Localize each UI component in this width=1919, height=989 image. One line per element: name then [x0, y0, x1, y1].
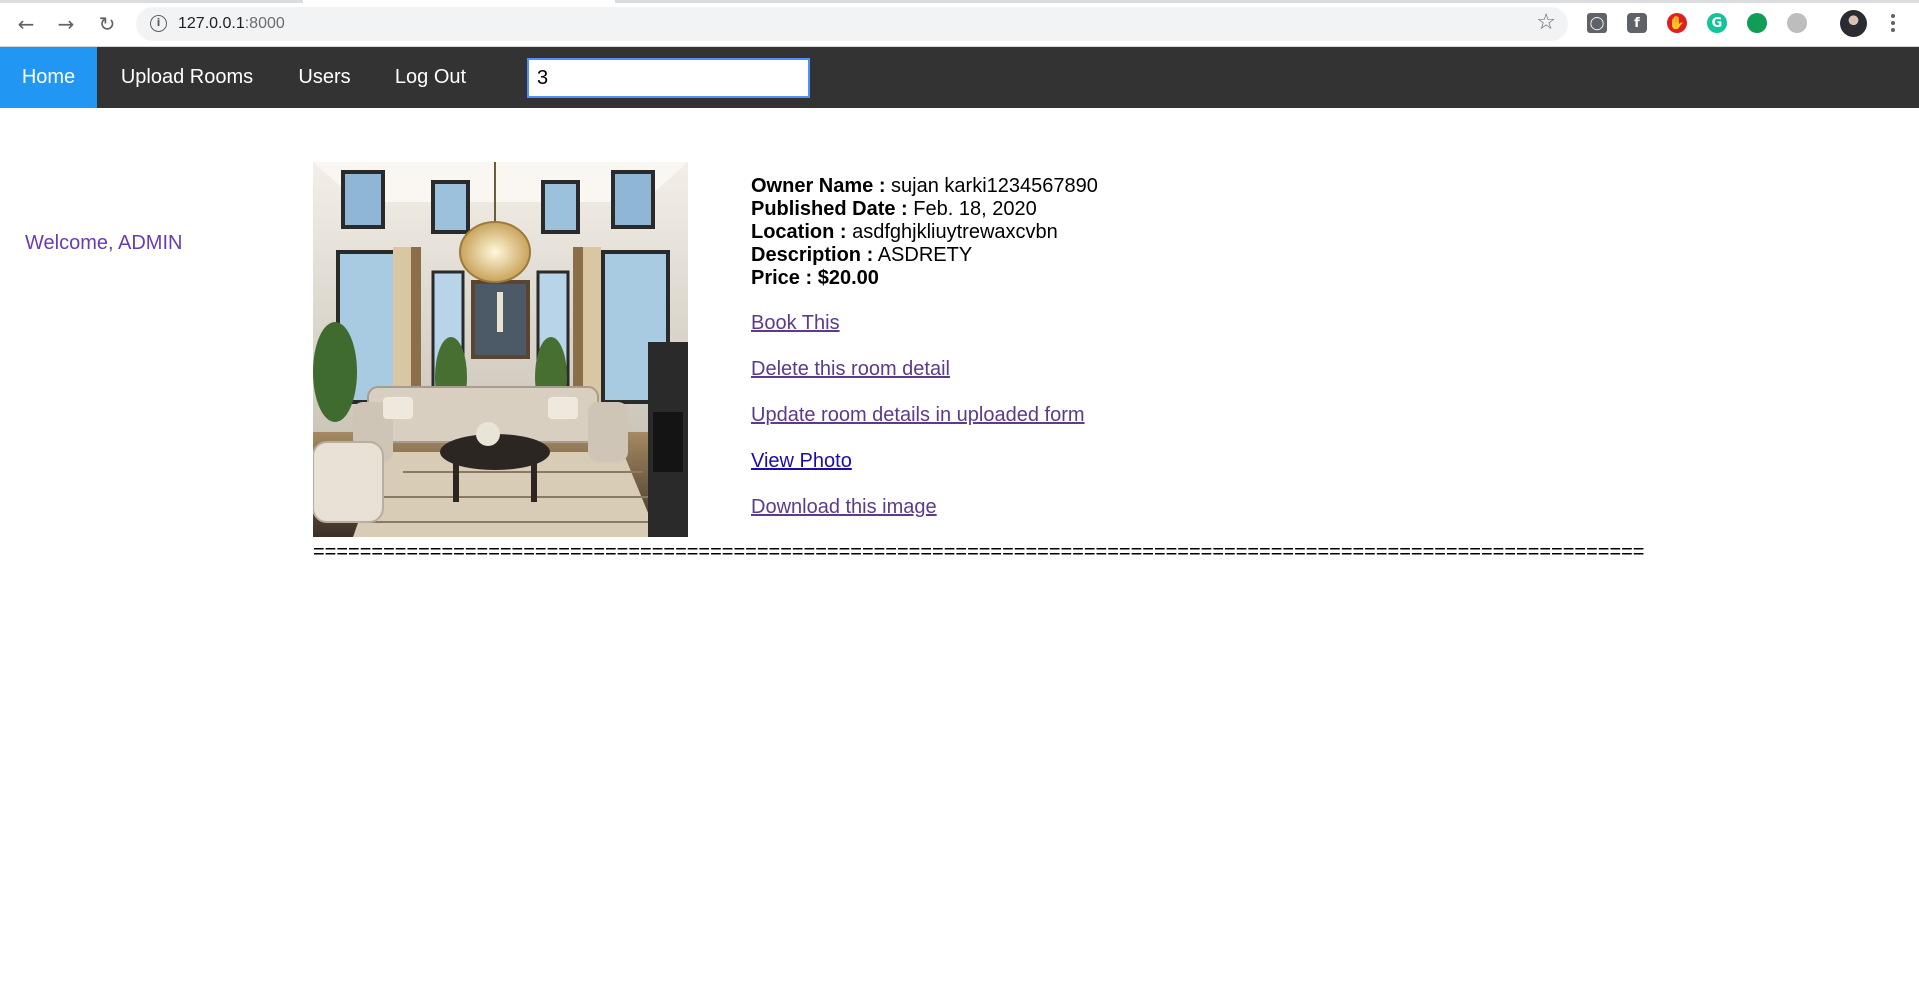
room-details: Owner Name : sujan karki1234567890 Publi…	[751, 175, 1098, 290]
extension-grammarly-icon[interactable]: G	[1707, 13, 1727, 33]
tab-strip	[0, 0, 1919, 3]
view-photo-link[interactable]: View Photo	[751, 450, 852, 473]
description-row: Description : ASDRETY	[751, 244, 1098, 267]
description-value: ASDRETY	[877, 244, 973, 266]
profile-avatar[interactable]	[1840, 10, 1867, 37]
nav-log-out[interactable]: Log Out	[372, 47, 489, 108]
back-arrow-icon[interactable]: ←	[12, 10, 40, 38]
extension-chat-icon[interactable]	[1747, 13, 1767, 33]
date-label: Published Date :	[751, 198, 908, 220]
update-room-link[interactable]: Update room details in uploaded form	[751, 404, 1085, 427]
separator-line: ========================================…	[313, 541, 1645, 563]
reload-icon[interactable]: ↻	[93, 10, 121, 38]
delete-room-link[interactable]: Delete this room detail	[751, 358, 950, 381]
nav-users[interactable]: Users	[277, 47, 372, 108]
nav-home[interactable]: Home	[0, 47, 97, 108]
extension-globe-icon[interactable]	[1787, 13, 1807, 33]
download-image-link[interactable]: Download this image	[751, 496, 937, 519]
book-this-link[interactable]: Book This	[751, 312, 840, 335]
price-label: Price :	[751, 267, 813, 289]
price-value: $20.00	[817, 267, 879, 289]
location-value: asdfghjkliuytrewaxcvbn	[852, 221, 1058, 243]
search-input[interactable]	[527, 58, 810, 98]
owner-label: Owner Name :	[751, 175, 886, 197]
browser-toolbar: ← → ↻ i 127.0.0.1:8000 ☆ ◯ f ✋ G	[0, 0, 1919, 47]
browser-menu-icon[interactable]	[1888, 10, 1898, 36]
location-label: Location :	[751, 221, 847, 243]
description-label: Description :	[751, 244, 874, 266]
site-info-icon[interactable]: i	[150, 15, 167, 32]
nav-upload-rooms[interactable]: Upload Rooms	[97, 47, 277, 108]
url-host: 127.0.0.1	[178, 15, 245, 32]
extension-facebook-icon[interactable]: f	[1627, 13, 1647, 33]
url-text[interactable]: 127.0.0.1:8000	[178, 15, 285, 33]
forward-arrow-icon[interactable]: →	[52, 10, 80, 38]
location-row: Location : asdfghjkliuytrewaxcvbn	[751, 221, 1098, 244]
active-tab[interactable]	[303, 0, 615, 3]
room-photo	[313, 162, 688, 537]
url-port: :8000	[244, 15, 285, 32]
address-bar[interactable]: i 127.0.0.1:8000 ☆	[136, 7, 1568, 41]
extension-keeper-icon[interactable]: ◯	[1587, 13, 1607, 33]
site-navbar: Home Upload Rooms Users Log Out	[0, 47, 1919, 108]
bookmark-star-icon[interactable]: ☆	[1536, 10, 1556, 35]
owner-row: Owner Name : sujan karki1234567890	[751, 175, 1098, 198]
welcome-message: Welcome, ADMIN	[25, 232, 183, 254]
extension-adblock-icon[interactable]: ✋	[1667, 13, 1687, 33]
date-row: Published Date : Feb. 18, 2020	[751, 198, 1098, 221]
price-row: Price : $20.00	[751, 267, 1098, 290]
date-value: Feb. 18, 2020	[913, 198, 1037, 220]
owner-value: sujan karki1234567890	[891, 175, 1098, 197]
